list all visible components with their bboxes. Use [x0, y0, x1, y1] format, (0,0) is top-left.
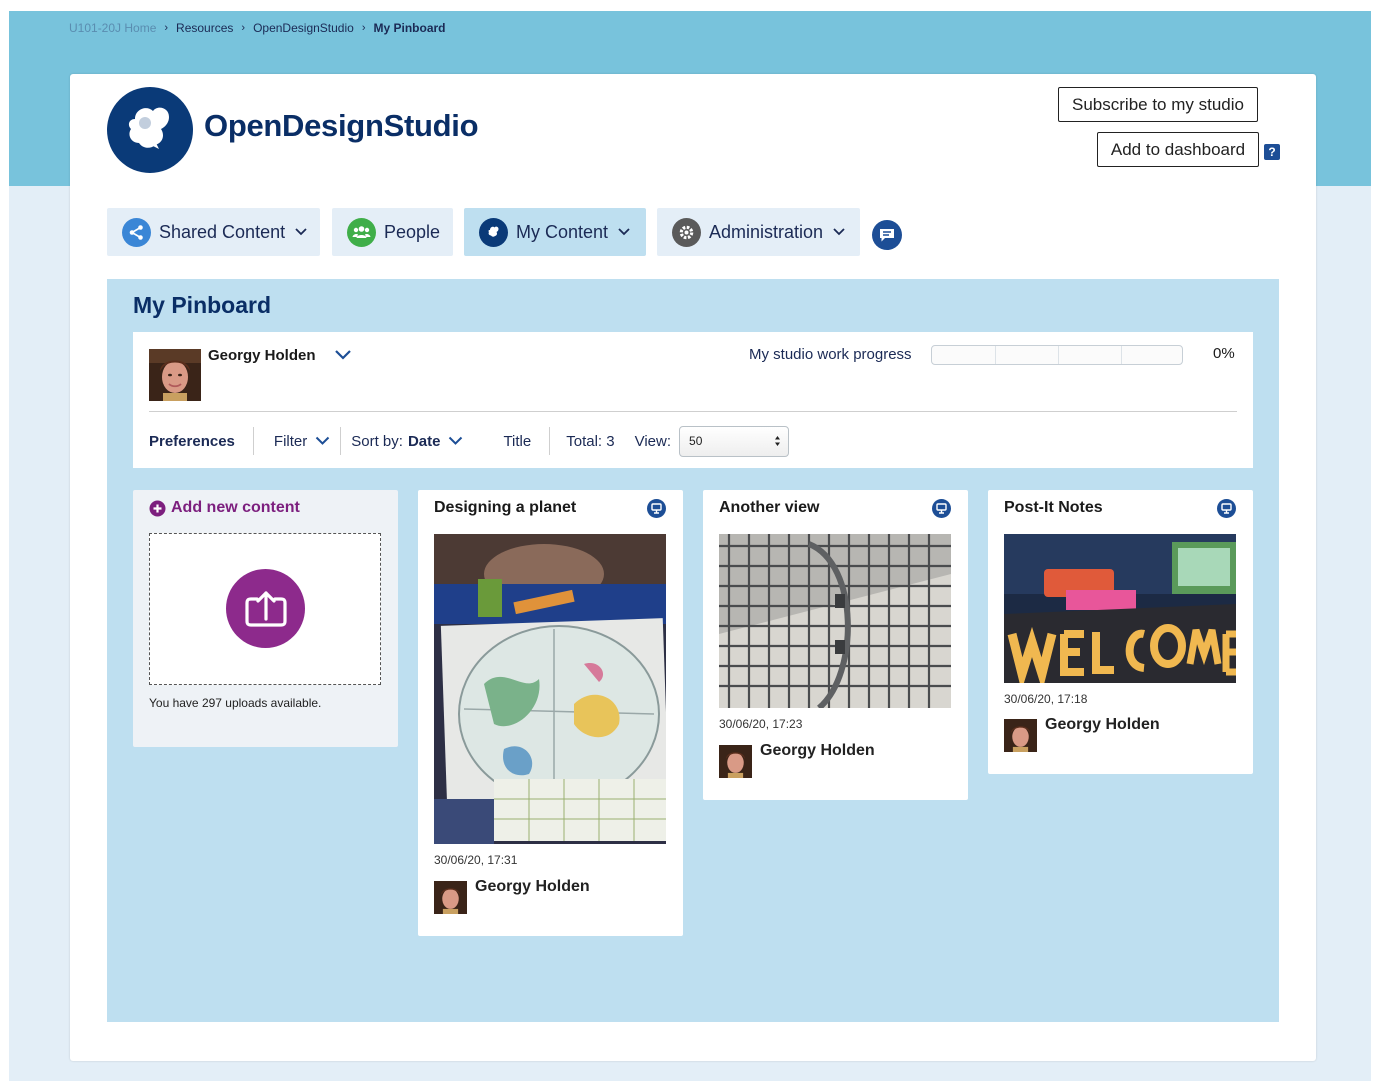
- nav-administration-label: Administration: [709, 221, 824, 242]
- studio-card: OpenDesignStudio Subscribe to my studio …: [70, 74, 1316, 1061]
- tile-user-name[interactable]: Georgy Holden: [760, 742, 875, 760]
- tile-date: 30/06/20, 17:18: [1004, 692, 1088, 706]
- add-new-content-label: Add new content: [171, 499, 300, 516]
- chevron-down-icon[interactable]: [334, 349, 352, 361]
- subscribe-button[interactable]: Subscribe to my studio: [1058, 87, 1258, 122]
- breadcrumb-separator: ›: [241, 22, 246, 34]
- select-arrows-icon: [775, 436, 781, 446]
- tile-title[interactable]: Post-It Notes: [1004, 499, 1103, 517]
- brand-title: OpenDesignStudio: [204, 108, 479, 143]
- nav-people-label: People: [384, 221, 441, 242]
- tile-date: 30/06/20, 17:31: [434, 853, 518, 867]
- chevron-down-icon: [316, 436, 330, 445]
- divider: [149, 411, 1237, 412]
- sort-prefix: Sort by:: [351, 432, 403, 450]
- tile-user-name[interactable]: Georgy Holden: [475, 878, 590, 896]
- page: U101-20J Home › Resources › OpenDesignSt…: [9, 11, 1371, 1081]
- people-icon: [347, 217, 376, 247]
- upload-icon[interactable]: [226, 569, 305, 648]
- breadcrumb-opendesignstudio[interactable]: OpenDesignStudio: [253, 21, 354, 35]
- view-select[interactable]: 50: [679, 425, 790, 457]
- tile-thumbnail[interactable]: [1004, 534, 1236, 683]
- display-icon: [647, 499, 666, 518]
- sort-dropdown[interactable]: Sort by: Date: [341, 427, 473, 455]
- progress-label: My studio work progress: [749, 346, 912, 363]
- breadcrumb-resources[interactable]: Resources: [176, 21, 233, 35]
- chevron-down-icon: [618, 228, 630, 236]
- tile-thumbnail[interactable]: [434, 534, 666, 844]
- view-control: View: 50: [625, 425, 799, 457]
- breadcrumb: U101-20J Home › Resources › OpenDesignSt…: [69, 21, 446, 35]
- avatar[interactable]: [434, 881, 467, 914]
- user-name[interactable]: Georgy Holden: [208, 347, 316, 364]
- content-tile[interactable]: Another view 30/06/20, 17:23 Georgy Hold…: [703, 490, 968, 800]
- display-icon: [932, 499, 951, 518]
- share-icon: [122, 217, 151, 247]
- progress-percent: 0%: [1213, 345, 1235, 362]
- avatar[interactable]: [149, 349, 201, 401]
- tile-thumbnail[interactable]: [719, 534, 951, 708]
- content-tile[interactable]: Post-It Notes 30/06/20, 17:18 Georgy Hol…: [988, 490, 1253, 774]
- sort-value: Date: [407, 432, 441, 450]
- tile-title[interactable]: Another view: [719, 499, 819, 517]
- preferences-button[interactable]: Preferences: [149, 427, 253, 455]
- breadcrumb-separator: ›: [361, 22, 366, 34]
- tile-title[interactable]: Designing a planet: [434, 499, 576, 517]
- breadcrumb-home[interactable]: U101-20J Home: [69, 21, 156, 35]
- opendesignstudio-logo-icon[interactable]: [107, 87, 193, 173]
- uploads-available-text: You have 297 uploads available.: [149, 696, 322, 710]
- chevron-down-icon: [833, 228, 845, 236]
- total-count: Total: 3: [566, 432, 615, 450]
- pinboard-area: My Pinboard Georgy Holden My studio work…: [107, 279, 1279, 1022]
- content-tile[interactable]: Designing a planet 30/06/20, 17:31 Georg…: [418, 490, 683, 936]
- nav-shared-content-label: Shared Content: [159, 221, 286, 242]
- my-content-icon: [479, 217, 508, 247]
- chevron-down-icon: [449, 436, 463, 445]
- chat-icon[interactable]: [872, 220, 902, 250]
- add-content-tile: Add new content You have 297 uploads ava…: [133, 490, 398, 747]
- nav-people[interactable]: People: [332, 208, 453, 256]
- add-new-content-link[interactable]: Add new content: [149, 499, 300, 517]
- page-title: My Pinboard: [133, 292, 272, 318]
- pinboard-toolbar: Preferences Filter Sort by: Date Title T…: [149, 425, 799, 457]
- help-icon[interactable]: ?: [1264, 144, 1280, 160]
- breadcrumb-separator: ›: [164, 22, 169, 34]
- nav-my-content[interactable]: My Content: [464, 208, 646, 256]
- progress-segment-divider: [995, 346, 996, 364]
- avatar[interactable]: [1004, 719, 1037, 752]
- view-label: View:: [634, 432, 672, 450]
- nav-my-content-label: My Content: [516, 221, 609, 242]
- filter-dropdown[interactable]: Filter: [254, 427, 340, 455]
- chevron-down-icon: [295, 228, 307, 236]
- tile-user-name[interactable]: Georgy Holden: [1045, 716, 1160, 734]
- display-icon: [1217, 499, 1236, 518]
- nav-administration[interactable]: Administration: [657, 208, 860, 256]
- progress-segment-divider: [1121, 346, 1122, 364]
- progress-bar: [931, 345, 1183, 365]
- view-select-value: 50: [689, 434, 703, 448]
- plus-circle-icon: [149, 500, 166, 516]
- filter-label: Filter: [273, 432, 308, 450]
- tile-date: 30/06/20, 17:23: [719, 717, 803, 731]
- pinboard-panel: Georgy Holden My studio work progress 0%…: [133, 332, 1253, 468]
- nav-shared-content[interactable]: Shared Content: [107, 208, 320, 256]
- progress-segment-divider: [1058, 346, 1059, 364]
- upload-dropzone[interactable]: [149, 533, 381, 685]
- breadcrumb-current: My Pinboard: [373, 21, 446, 35]
- avatar[interactable]: [719, 745, 752, 778]
- gear-icon: [672, 217, 701, 247]
- add-to-dashboard-button[interactable]: Add to dashboard: [1097, 132, 1259, 167]
- sort-by-title-button[interactable]: Title: [473, 427, 549, 455]
